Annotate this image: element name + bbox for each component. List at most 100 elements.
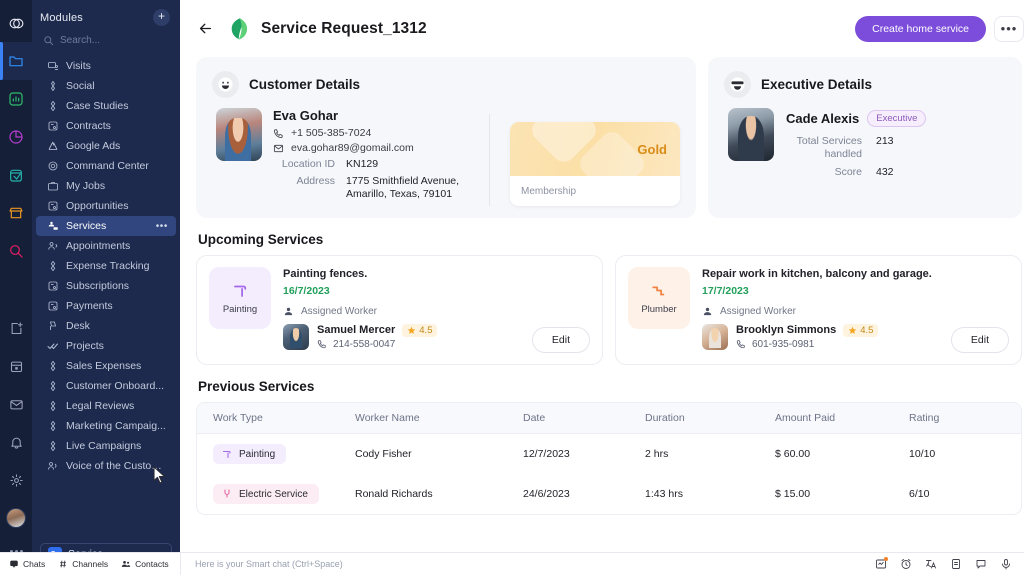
location-id-label: Location ID <box>281 158 335 170</box>
work-type-chip: Painting <box>213 444 287 464</box>
rail-item-folder[interactable] <box>0 42 32 80</box>
edit-service-button[interactable]: Edit <box>950 327 1009 353</box>
table-row[interactable]: Painting Cody Fisher 12/7/2023 2 hrs $ 6… <box>197 434 1021 475</box>
sidebar-item-my-jobs[interactable]: My Jobs <box>36 176 176 196</box>
previous-services-title: Previous Services <box>198 379 315 394</box>
note-icon[interactable] <box>874 556 888 571</box>
smart-chat-input[interactable]: Here is your Smart chat (Ctrl+Space) <box>180 553 874 575</box>
sidebar-item-services[interactable]: Services ••• <box>36 216 176 236</box>
rail-item-settings-gear-icon[interactable] <box>0 461 32 499</box>
tab-channels[interactable]: Channels <box>58 559 108 569</box>
document-icon[interactable] <box>949 558 962 571</box>
rail-item-tasks[interactable] <box>0 156 32 194</box>
table-row[interactable]: Electric Service Ronald Richards 24/6/20… <box>197 474 1021 514</box>
sidebar-item-command-center[interactable]: Command Center <box>36 156 176 176</box>
worker-name-row: Samuel Mercer 4.5 <box>317 323 438 337</box>
worker-rating-chip: 4.5 <box>402 323 438 337</box>
rail-item-new-note[interactable] <box>0 309 32 347</box>
sidebar-item-case-studies[interactable]: Case Studies <box>36 96 176 116</box>
sidebar-item-customer-onboarding[interactable]: Customer Onboard... <box>36 376 176 396</box>
back-arrow-icon[interactable] <box>194 18 216 40</box>
translate-icon[interactable] <box>924 558 937 571</box>
create-home-service-button[interactable]: Create home service <box>855 15 986 42</box>
document-icon <box>47 280 59 292</box>
membership-label: Membership <box>521 185 577 197</box>
executive-role-badge: Executive <box>867 110 927 127</box>
search-icon <box>43 35 54 46</box>
rail-logo-icon[interactable] <box>0 4 32 42</box>
rail-user-avatar[interactable] <box>0 499 32 537</box>
executive-details-title: Executive Details <box>761 77 873 92</box>
membership-banner: Gold <box>510 122 680 176</box>
document-icon <box>47 300 59 312</box>
sidebar-item-expense-tracking[interactable]: Expense Tracking <box>36 256 176 276</box>
rail-item-analytics[interactable] <box>0 80 32 118</box>
sidebar-item-label: Sales Expenses <box>66 360 142 372</box>
main-panel: Service Request_1312 Create home service… <box>180 0 1024 575</box>
sidebar-item-visits[interactable]: Visits <box>36 56 176 76</box>
sidebar-item-social[interactable]: Social <box>36 76 176 96</box>
sidebar-item-sales-expenses[interactable]: Sales Expenses <box>36 356 176 376</box>
rail-item-mail[interactable] <box>0 385 32 423</box>
table-body: Painting Cody Fisher 12/7/2023 2 hrs $ 6… <box>197 434 1021 515</box>
sidebar-item-appointments[interactable]: Appointments <box>36 236 176 256</box>
overflow-menu-button[interactable]: ••• <box>994 15 1024 42</box>
tab-contacts[interactable]: Contacts <box>121 559 169 569</box>
phone-icon <box>736 339 746 349</box>
cell-rating: 6/10 <box>909 488 930 500</box>
worker-photo <box>702 323 728 350</box>
sidebar-item-contracts[interactable]: Contracts <box>36 116 176 136</box>
edit-service-button[interactable]: Edit <box>531 327 590 353</box>
worker-row: Brooklyn Simmons 4.5 601-935-0981 <box>702 323 939 350</box>
envelope-icon <box>273 143 284 154</box>
rail-item-store[interactable] <box>0 194 32 232</box>
sidebar-item-voice-of-the-customer[interactable]: Voice of the Customer <box>36 456 176 476</box>
sidebar-item-desk[interactable]: Desk <box>36 316 176 336</box>
smiley-face-icon <box>212 71 239 98</box>
sidebar-item-payments[interactable]: Payments <box>36 296 176 316</box>
sidebar-item-label: Customer Onboard... <box>66 380 165 392</box>
sidebar-item-marketing-campaigns[interactable]: Marketing Campaig... <box>36 416 176 436</box>
executive-photo <box>728 108 774 161</box>
notification-dot <box>884 556 888 561</box>
microphone-icon[interactable] <box>999 558 1012 571</box>
sidebar-item-label: Contracts <box>66 120 111 132</box>
customer-card-body: Eva Gohar +1 505-385-7024 eva.gohar89@go… <box>212 108 680 206</box>
worker-rating-chip: 4.5 <box>843 323 879 337</box>
comment-icon[interactable] <box>974 558 987 571</box>
details-cards-row: Customer Details Eva Gohar +1 505-385-70… <box>196 57 1022 218</box>
sidebar-item-opportunities[interactable]: Opportunities <box>36 196 176 216</box>
rail-item-reports[interactable] <box>0 118 32 156</box>
upcoming-services-row: Painting Painting fences. 16/7/2023 Assi… <box>196 255 1022 365</box>
sidebar-item-live-campaigns[interactable]: Live Campaigns <box>36 436 176 456</box>
cell-work-type: Electric Service <box>197 474 355 514</box>
rail-item-notifications-bell-icon[interactable] <box>0 423 32 461</box>
table-head: Work Type Worker Name Date Duration Amou… <box>197 403 1021 434</box>
worker-row: Samuel Mercer 4.5 214-558-0047 <box>283 323 520 350</box>
service-date: 16/7/2023 <box>283 284 330 297</box>
sidebar-item-more-icon[interactable]: ••• <box>156 221 168 232</box>
alarm-icon[interactable] <box>899 558 912 571</box>
service-type-badge: Painting <box>209 267 271 329</box>
tab-chats[interactable]: Chats <box>9 559 45 569</box>
sunglasses-face-icon <box>724 71 751 98</box>
tab-label: Contacts <box>135 559 169 569</box>
sidebar-item-google-ads[interactable]: Google Ads <box>36 136 176 156</box>
membership-card: Gold Membership <box>510 122 680 206</box>
icon-rail <box>0 0 32 575</box>
rail-item-search-insights[interactable] <box>0 232 32 270</box>
sidebar-item-legal-reviews[interactable]: Legal Reviews <box>36 396 176 416</box>
rail-item-calendar[interactable] <box>0 347 32 385</box>
upcoming-service-card[interactable]: Painting Painting fences. 16/7/2023 Assi… <box>196 255 603 365</box>
search-input[interactable]: Search... <box>32 33 180 54</box>
cell-date: 24/6/2023 <box>523 488 570 500</box>
column-header-amount-paid: Amount Paid <box>775 403 909 434</box>
address-label: Address <box>296 175 335 188</box>
upcoming-service-card[interactable]: Plumber Repair work in kitchen, balcony … <box>615 255 1022 365</box>
sidebar-item-label: Live Campaigns <box>66 440 142 452</box>
sidebar-item-subscriptions[interactable]: Subscriptions <box>36 276 176 296</box>
add-module-button[interactable]: + <box>153 9 170 26</box>
phone-icon <box>273 128 284 139</box>
sidebar-item-projects[interactable]: Projects <box>36 336 176 356</box>
diamond-icon <box>47 400 59 412</box>
